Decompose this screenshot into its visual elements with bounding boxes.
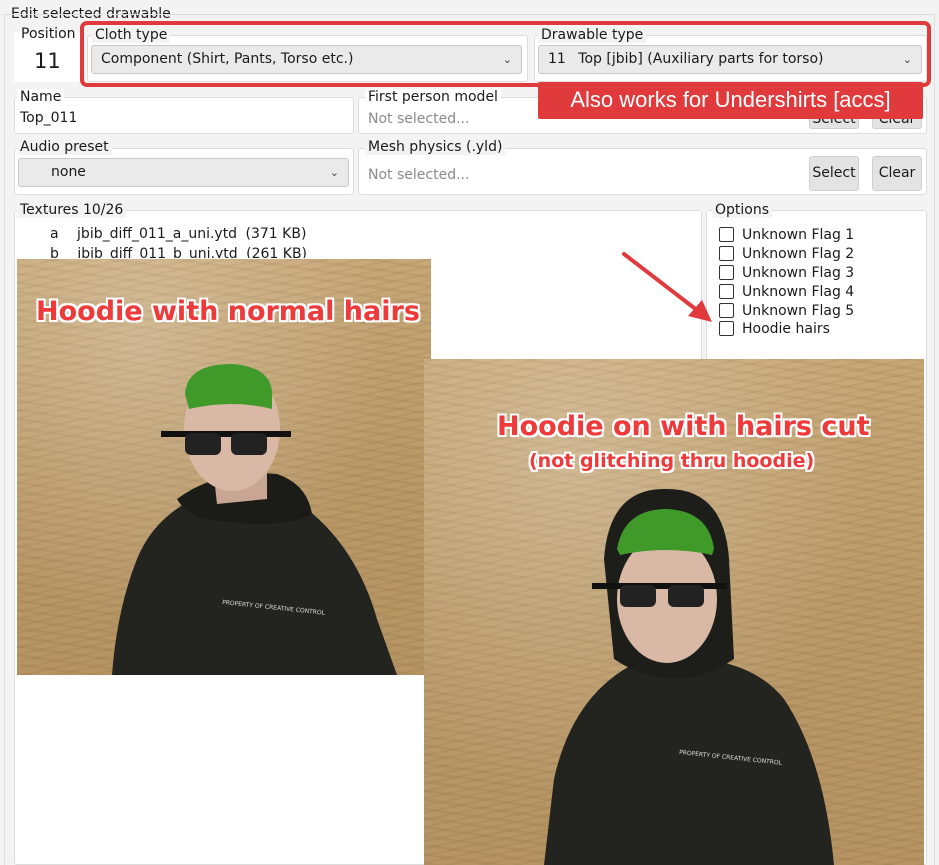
audio-preset-value: none — [51, 164, 86, 180]
texture-letter: a — [50, 226, 59, 242]
edit-drawable-window: Edit selected drawable Position 11 Cloth… — [0, 0, 939, 865]
first-person-model-label: First person model — [365, 89, 501, 105]
option-flag-label: Unknown Flag 3 — [742, 264, 855, 281]
photo-right-caption: Hoodie on with hairs cut — [497, 411, 870, 442]
photo-left-caption: Hoodie with normal hairs — [36, 296, 420, 327]
annotation-highlight-outline — [80, 21, 931, 87]
option-flag-3[interactable]: Unknown Flag 3 — [719, 263, 854, 282]
checkbox[interactable] — [719, 265, 734, 280]
option-flag-label: Unknown Flag 4 — [742, 283, 855, 300]
texture-file: jbib_diff_011_a_uni.ytd — [77, 226, 238, 242]
position-label: Position — [21, 26, 76, 42]
mesh-physics-select-button[interactable]: Select — [809, 156, 859, 191]
option-flag-label: Unknown Flag 2 — [742, 245, 855, 262]
option-flag-2[interactable]: Unknown Flag 2 — [719, 244, 854, 263]
option-flag-label: Unknown Flag 1 — [742, 226, 855, 243]
option-flag-label: Unknown Flag 5 — [742, 302, 855, 319]
checkbox[interactable] — [719, 321, 734, 336]
audio-preset-label: Audio preset — [17, 139, 112, 155]
photo-right-subcaption: (not glitching thru hoodie) — [529, 450, 815, 472]
photo-hoodie-normal-hairs: PROPERTY OF CREATIVE CONTROL Hoodie with… — [17, 259, 431, 675]
mesh-physics-field[interactable]: Not selected... — [368, 167, 469, 183]
photo-hoodie-hairs-cut: PROPERTY OF CREATIVE CONTROL Hoodie on w… — [424, 359, 924, 865]
option-flag-4[interactable]: Unknown Flag 4 — [719, 282, 854, 301]
option-flag-label: Hoodie hairs — [742, 320, 830, 337]
mesh-physics-label: Mesh physics (.yld) — [365, 139, 506, 155]
checkbox[interactable] — [719, 246, 734, 261]
texture-file: jbib_diff_011_b_uni.ytd — [77, 246, 238, 258]
annotation-arrow-icon — [622, 252, 712, 322]
textures-label: Textures 10/26 — [17, 202, 127, 218]
texture-row[interactable]: b jbib_diff_011_b_uni.ytd (261 KB) — [50, 246, 307, 258]
option-flag-5[interactable]: Unknown Flag 5 — [719, 301, 854, 320]
texture-size: (371 KB) — [245, 226, 307, 242]
first-person-model-field[interactable]: Not selected... — [368, 111, 469, 127]
position-value: 11 — [34, 49, 61, 73]
option-flag-1[interactable]: Unknown Flag 1 — [719, 225, 854, 244]
checkbox[interactable] — [719, 227, 734, 242]
checkbox[interactable] — [719, 284, 734, 299]
texture-letter: b — [50, 246, 59, 258]
mesh-physics-clear-button[interactable]: Clear — [872, 156, 922, 191]
checkbox[interactable] — [719, 303, 734, 318]
annotation-banner: Also works for Undershirts [accs] — [538, 82, 923, 119]
name-field[interactable]: Top_011 — [20, 110, 77, 126]
audio-preset-select[interactable]: none ⌄ — [18, 158, 349, 187]
chevron-down-icon: ⌄ — [329, 166, 339, 179]
position-box: Position 11 — [14, 26, 80, 82]
option-hoodie-hairs[interactable]: Hoodie hairs — [719, 319, 830, 338]
name-label: Name — [17, 89, 65, 105]
texture-row[interactable]: a jbib_diff_011_a_uni.ytd (371 KB) — [50, 226, 306, 242]
texture-size: (261 KB) — [246, 246, 308, 258]
options-label: Options — [712, 202, 773, 218]
